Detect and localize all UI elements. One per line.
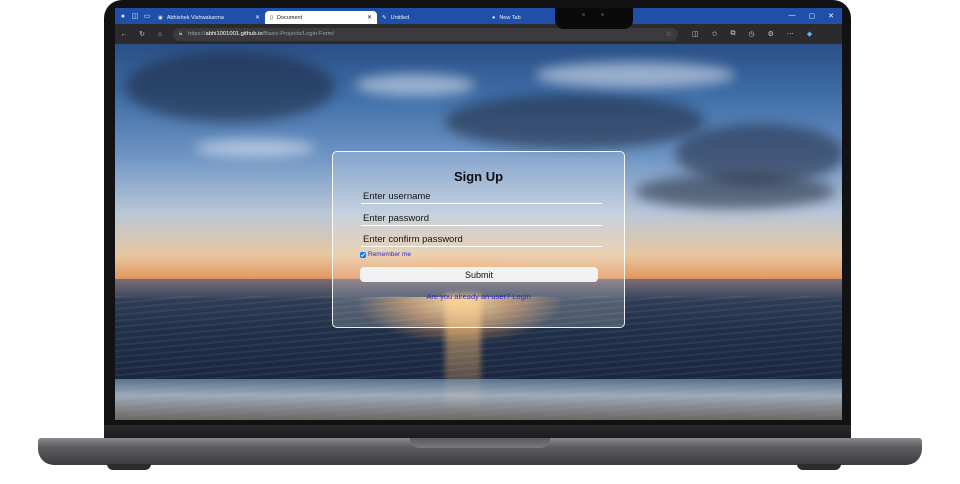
cloud [535,62,735,88]
tab-label: Untitled [390,14,410,21]
tab-strip: ● ◫ ▭ ◉ Abhishek Vishwakarma ✕ ▯ Documen… [115,8,842,24]
history-icon[interactable]: ◷ [749,30,755,38]
collections-icon[interactable]: ⧉ [731,30,736,38]
tab-favicon-icon: ✎ [382,14,387,21]
url-text: https://abhi1001001.github.io/Basic-Proj… [188,31,335,37]
edge-icon: ● [492,14,496,21]
remember-me[interactable]: Remember me [360,251,411,258]
submit-button[interactable]: Submit [360,267,598,282]
laptop-hinge [410,438,550,448]
maximize-button[interactable]: ▢ [809,12,816,20]
home-icon[interactable]: ⌂ [151,31,169,38]
tab-label: Document [277,14,303,21]
laptop-foot [797,464,841,470]
form-title: Sign Up [453,169,504,184]
laptop-screen: ● ◫ ▭ ◉ Abhishek Vishwakarma ✕ ▯ Documen… [115,8,842,420]
remember-label: Remember me [368,251,411,258]
back-icon[interactable]: ← [115,31,133,38]
username-input[interactable] [361,189,602,204]
tab-close-icon[interactable]: ✕ [367,14,372,21]
workspaces-icon[interactable]: ◫ [129,8,141,24]
laptop-foot [107,464,151,470]
signup-card: Sign Up Remember me Submit Are you alrea… [332,151,625,328]
cloud [125,52,335,122]
surf [115,379,842,420]
favorites-icon[interactable]: ✩ [712,30,718,38]
login-link[interactable]: Are you already an user? Login [333,292,624,301]
copilot-icon[interactable]: ◆ [807,30,812,38]
sensor-dot [601,13,604,16]
laptop-keyboard-deck [104,425,851,439]
split-screen-icon[interactable]: ◫ [692,30,699,38]
window-controls: — ▢ ✕ [789,12,843,20]
password-input[interactable] [361,211,602,226]
tab-actions-icon[interactable]: ▭ [141,8,153,24]
tab-untitled[interactable]: ✎ Untitled [377,11,487,24]
toolbar-icons: ◫ ✩ ⧉ ◷ ⚙ ⋯ ◆ [692,30,812,38]
address-bar[interactable]: 🔒︎ https://abhi1001001.github.io/Basic-P… [173,27,678,41]
camera-dot [582,13,585,16]
extensions-icon[interactable]: ⚙ [768,30,774,38]
remember-checkbox[interactable] [360,251,366,258]
profile-avatar-icon[interactable]: ● [117,8,129,24]
tab-label: New Tab [499,14,521,21]
lock-icon: 🔒︎ [179,30,183,37]
star-icon[interactable]: ☆ [666,30,672,38]
cloud [635,174,835,209]
close-window-button[interactable]: ✕ [828,12,834,20]
cloud [355,74,475,96]
tab-abhishek[interactable]: ◉ Abhishek Vishwakarma ✕ [153,11,265,24]
tab-favicon-icon: ◉ [158,14,163,21]
address-toolbar: ← ↻ ⌂ 🔒︎ https://abhi1001001.github.io/B… [115,24,842,44]
cloud [195,139,315,157]
refresh-icon[interactable]: ↻ [133,30,151,38]
more-icon[interactable]: ⋯ [787,30,794,38]
confirm-password-input[interactable] [361,232,602,247]
page-icon: ▯ [270,14,274,21]
minimize-button[interactable]: — [789,12,796,20]
page-background: Sign Up Remember me Submit Are you alrea… [115,44,842,420]
camera-notch [555,8,633,29]
tab-close-icon[interactable]: ✕ [255,14,260,21]
tab-label: Abhishek Vishwakarma [166,14,224,21]
tab-document[interactable]: ▯ Document ✕ [265,11,377,24]
cloud [445,94,705,149]
